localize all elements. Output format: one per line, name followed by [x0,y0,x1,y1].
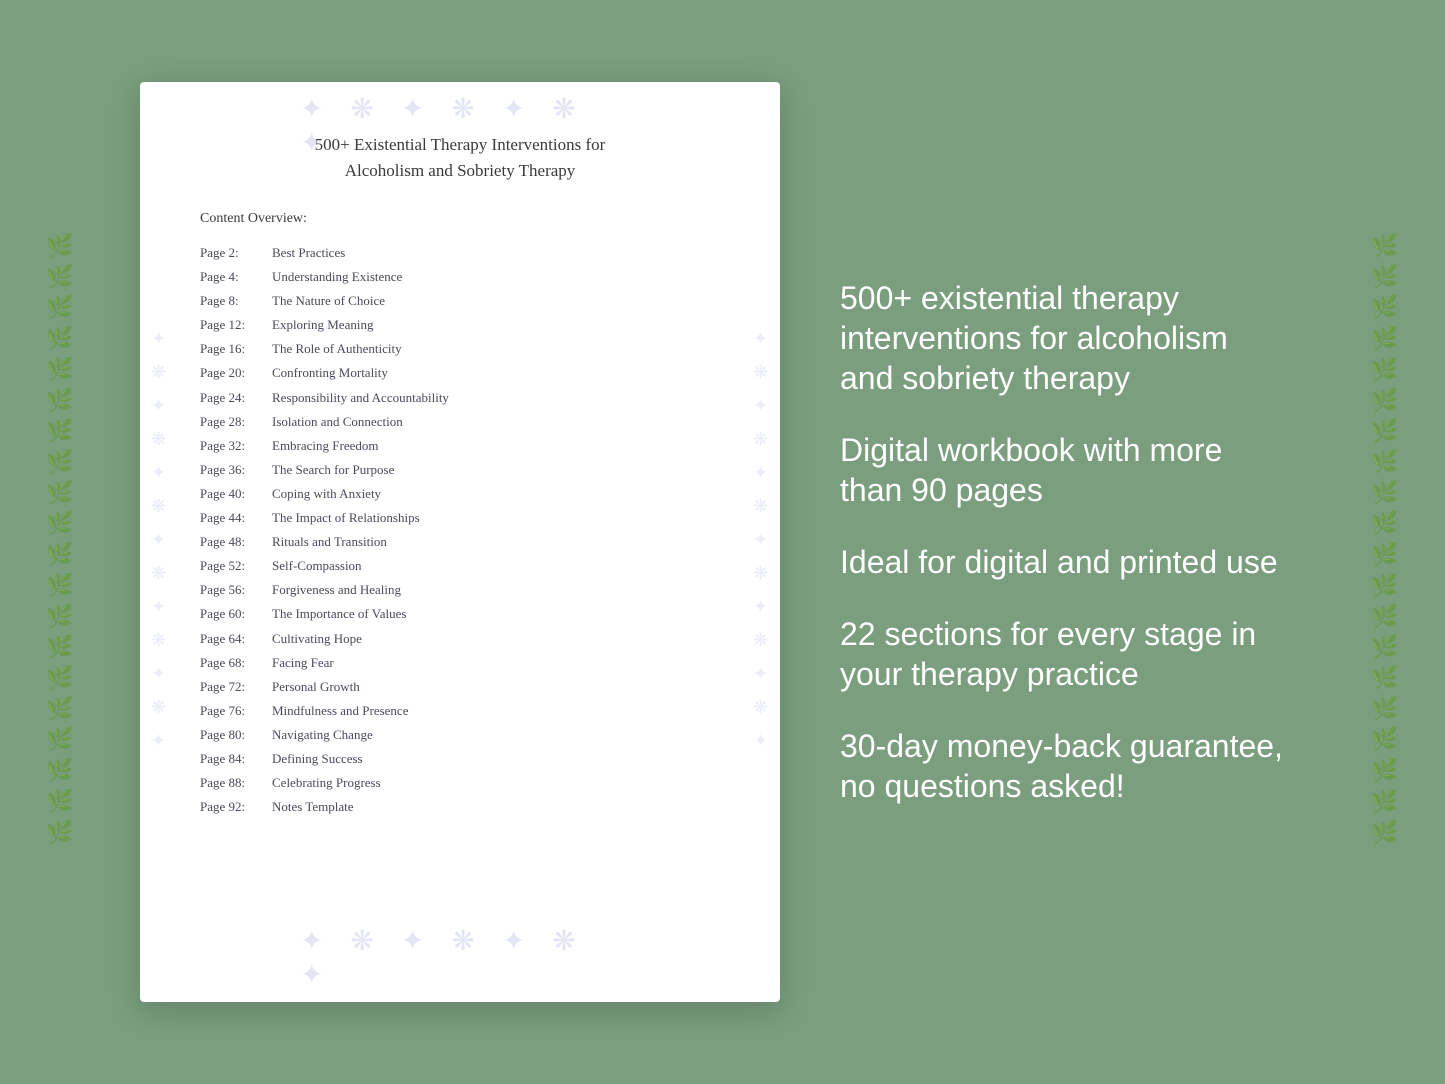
toc-page-title: The Nature of Choice [272,290,385,312]
toc-page-title: Rituals and Transition [272,531,387,553]
table-row: Page 2: Best Practices [200,241,720,265]
info-panel: 500+ existential therapy interventions f… [840,278,1305,806]
table-row: Page 92: Notes Template [200,795,720,819]
toc-page-title: Self-Compassion [272,555,362,577]
toc-page-title: The Impact of Relationships [272,507,420,529]
toc-page-number: Page 4: [200,266,272,288]
table-row: Page 64: Cultivating Hope [200,627,720,651]
toc-page-title: Understanding Existence [272,266,402,288]
toc-page-number: Page 88: [200,772,272,794]
toc-page-number: Page 40: [200,483,272,505]
info-block-1: 500+ existential therapy interventions f… [840,278,1285,398]
table-row: Page 60: The Importance of Values [200,602,720,626]
toc-page-title: Celebrating Progress [272,772,381,794]
toc-page-number: Page 92: [200,796,272,818]
table-row: Page 32: Embracing Freedom [200,434,720,458]
toc-page-title: Defining Success [272,748,363,770]
info-block-5: 30-day money-back guarantee, no question… [840,726,1285,806]
toc-page-title: Notes Template [272,796,354,818]
table-row: Page 12: Exploring Meaning [200,313,720,337]
toc-page-title: The Search for Purpose [272,459,394,481]
toc-page-number: Page 72: [200,676,272,698]
toc-page-title: Personal Growth [272,676,360,698]
table-of-contents: Page 2: Best PracticesPage 4: Understand… [200,241,720,819]
table-row: Page 20: Confronting Mortality [200,361,720,385]
toc-page-number: Page 56: [200,579,272,601]
toc-page-number: Page 64: [200,628,272,650]
toc-page-number: Page 28: [200,411,272,433]
toc-page-number: Page 2: [200,242,272,264]
table-row: Page 24: Responsibility and Accountabili… [200,386,720,410]
toc-page-number: Page 76: [200,700,272,722]
section-label: Content Overview: [200,211,720,227]
toc-page-title: Confronting Mortality [272,362,388,384]
table-row: Page 28: Isolation and Connection [200,410,720,434]
toc-page-title: The Importance of Values [272,603,406,625]
info-block-4: 22 sections for every stage in your ther… [840,614,1285,694]
toc-page-title: Responsibility and Accountability [272,387,449,409]
main-layout: ✦ ❋ ✦ ❋ ✦ ❋ ✦ ✦ ❋ ✦ ❋ ✦ ❋ ✦ ❋ ✦ ❋ ✦ ❋ ✦ … [0,0,1445,1084]
toc-page-title: Embracing Freedom [272,435,379,457]
table-row: Page 40: Coping with Anxiety [200,482,720,506]
toc-page-number: Page 20: [200,362,272,384]
toc-page-number: Page 84: [200,748,272,770]
table-row: Page 8: The Nature of Choice [200,289,720,313]
table-row: Page 88: Celebrating Progress [200,771,720,795]
info-block-3: Ideal for digital and printed use [840,542,1285,582]
toc-page-title: Best Practices [272,242,345,264]
toc-page-title: Forgiveness and Healing [272,579,401,601]
table-row: Page 36: The Search for Purpose [200,458,720,482]
table-row: Page 84: Defining Success [200,747,720,771]
table-row: Page 80: Navigating Change [200,723,720,747]
toc-page-title: Isolation and Connection [272,411,403,433]
table-row: Page 72: Personal Growth [200,675,720,699]
table-row: Page 4: Understanding Existence [200,265,720,289]
toc-page-title: Exploring Meaning [272,314,373,336]
toc-page-number: Page 68: [200,652,272,674]
toc-page-title: Facing Fear [272,652,334,674]
toc-page-number: Page 48: [200,531,272,553]
toc-page-title: Navigating Change [272,724,373,746]
toc-page-title: Coping with Anxiety [272,483,381,505]
toc-page-number: Page 44: [200,507,272,529]
toc-page-title: Cultivating Hope [272,628,362,650]
toc-page-number: Page 52: [200,555,272,577]
toc-page-number: Page 8: [200,290,272,312]
table-row: Page 76: Mindfulness and Presence [200,699,720,723]
document-panel: ✦ ❋ ✦ ❋ ✦ ❋ ✦ ✦ ❋ ✦ ❋ ✦ ❋ ✦ ❋ ✦ ❋ ✦ ❋ ✦ … [140,82,780,1002]
table-row: Page 48: Rituals and Transition [200,530,720,554]
toc-page-title: The Role of Authenticity [272,338,402,360]
toc-page-number: Page 16: [200,338,272,360]
info-block-2: Digital workbook with more than 90 pages [840,430,1285,510]
table-row: Page 56: Forgiveness and Healing [200,578,720,602]
table-row: Page 44: The Impact of Relationships [200,506,720,530]
toc-page-title: Mindfulness and Presence [272,700,408,722]
toc-page-number: Page 32: [200,435,272,457]
toc-page-number: Page 36: [200,459,272,481]
table-row: Page 68: Facing Fear [200,651,720,675]
toc-page-number: Page 80: [200,724,272,746]
table-row: Page 16: The Role of Authenticity [200,337,720,361]
doc-decoration-top: ✦ ❋ ✦ ❋ ✦ ❋ ✦ [300,92,620,160]
toc-page-number: Page 12: [200,314,272,336]
doc-decoration-bottom: ✦ ❋ ✦ ❋ ✦ ❋ ✦ [300,924,620,992]
toc-page-number: Page 24: [200,387,272,409]
doc-decoration-side-right: ✦ ❋ ✦ ❋ ✦ ❋ ✦ ❋ ✦ ❋ ✦ ❋ ✦ [750,329,772,756]
doc-decoration-side-left: ✦ ❋ ✦ ❋ ✦ ❋ ✦ ❋ ✦ ❋ ✦ ❋ ✦ [148,329,170,756]
table-row: Page 52: Self-Compassion [200,554,720,578]
toc-page-number: Page 60: [200,603,272,625]
